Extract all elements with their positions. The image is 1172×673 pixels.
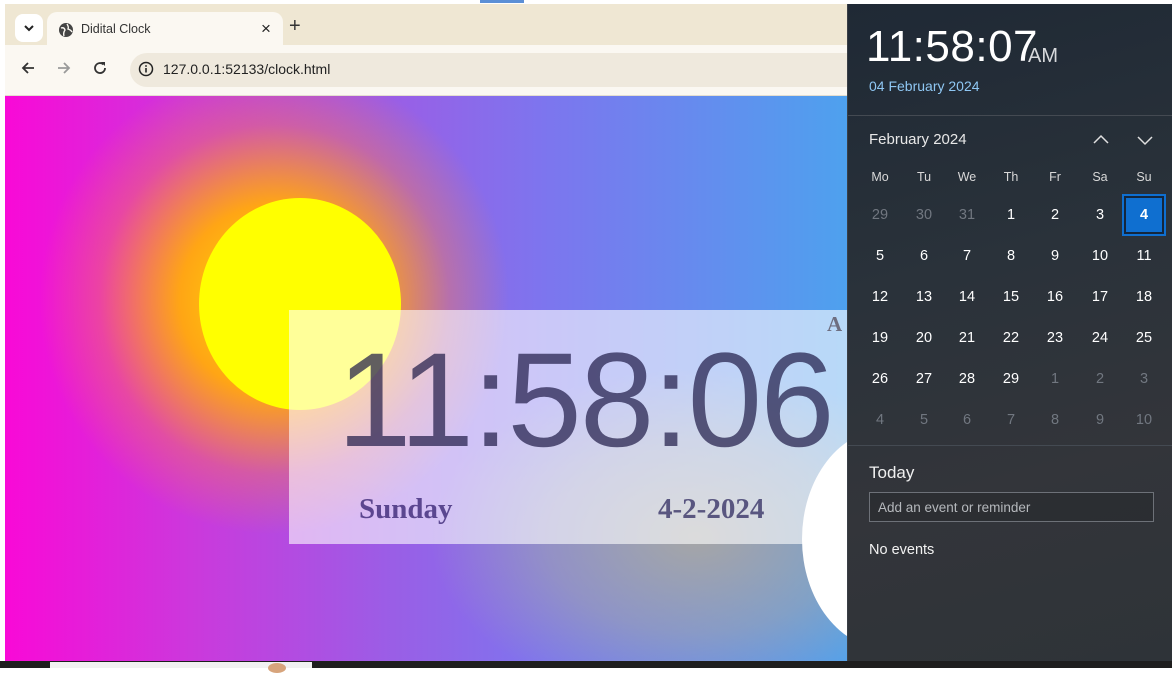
calendar-day[interactable]: 23 [1035,319,1075,357]
previous-month-button[interactable] [1090,129,1112,151]
flyout-ampm: AM [1028,45,1058,67]
calendar-day[interactable]: 15 [991,278,1031,316]
flyout-time: 11:58:07 [866,22,1039,71]
clock-day: Sunday [359,493,453,525]
next-month-button[interactable] [1134,129,1156,151]
calendar-day[interactable]: 29 [860,196,900,234]
today-heading: Today [869,463,915,482]
url-text: 127.0.0.1:52133/clock.html [163,61,331,77]
browser-tab[interactable]: Didital Clock × [47,12,283,49]
arrow-right-icon [58,62,71,74]
page-viewport: A 11:58:06 Sunday 4-2-2024 [5,96,847,661]
month-label[interactable]: February 2024 [869,131,967,148]
reload-button[interactable] [89,59,111,81]
calendar-day[interactable]: 10 [1080,237,1120,275]
calendar-day[interactable]: 11 [1124,237,1164,275]
calendar-day[interactable]: 7 [947,237,987,275]
arrow-left-icon [21,62,34,74]
calendar-day[interactable]: 3 [1080,196,1120,234]
calendar-day[interactable]: 31 [947,196,987,234]
weekday-label: Su [1136,170,1152,184]
calendar-day[interactable]: 2 [1035,196,1075,234]
calendar-day-selected[interactable]: 4 [1122,194,1166,236]
calendar-day[interactable]: 5 [860,237,900,275]
calendar-day[interactable]: 13 [904,278,944,316]
calendar-day[interactable]: 9 [1035,237,1075,275]
calendar-day[interactable]: 19 [860,319,900,357]
new-tab-button[interactable]: + [289,16,301,36]
calendar-day[interactable]: 30 [904,196,944,234]
calendar-day[interactable]: 28 [947,360,987,398]
calendar-day[interactable]: 6 [904,237,944,275]
weekday-label: Tu [916,170,932,184]
calendar-day[interactable]: 12 [860,278,900,316]
clock-time: 11:58:06 [337,326,835,475]
divider [848,115,1172,116]
calendar-day[interactable]: 22 [991,319,1031,357]
top-accent-bar [480,0,524,3]
calendar-day[interactable]: 2 [1080,360,1120,398]
calendar-day[interactable]: 8 [1035,401,1075,439]
calendar-day[interactable]: 6 [947,401,987,439]
chevron-down-icon [1137,136,1153,146]
reload-icon [94,62,106,74]
globe-icon [59,23,73,37]
calendar-day[interactable]: 5 [904,401,944,439]
calendar-day[interactable]: 9 [1080,401,1120,439]
calendar-day[interactable]: 3 [1124,360,1164,398]
chevron-down-icon [24,25,34,32]
forward-button[interactable] [53,59,75,81]
taskbar-avatar[interactable] [268,663,286,673]
calendar-day[interactable]: 1 [991,196,1031,234]
calendar-day[interactable]: 24 [1080,319,1120,357]
calendar-day[interactable]: 25 [1124,319,1164,357]
calendar-day[interactable]: 1 [1035,360,1075,398]
event-input-placeholder: Add an event or reminder [878,500,1031,515]
chevron-up-icon [1093,134,1109,144]
flyout-date-link[interactable]: 04 February 2024 [869,78,980,94]
calendar-day[interactable]: 26 [860,360,900,398]
address-bar[interactable]: 127.0.0.1:52133/clock.html [130,53,850,87]
event-input[interactable]: Add an event or reminder [869,492,1154,522]
back-button[interactable] [17,59,39,81]
calendar-day[interactable]: 29 [991,360,1031,398]
weekday-label: Sa [1092,170,1108,184]
weekday-label: We [957,170,977,184]
clock-panel: A 11:58:06 Sunday 4-2-2024 [289,310,847,544]
calendar-day[interactable]: 18 [1124,278,1164,316]
tab-search-button[interactable] [15,14,43,42]
tab-title: Didital Clock [81,22,151,36]
calendar-day[interactable]: 21 [947,319,987,357]
clock-date: 4-2-2024 [658,493,765,525]
weekday-label: Mo [871,170,889,184]
calendar-flyout: 11:58:07 AM 04 February 2024 February 20… [847,4,1172,661]
calendar-day[interactable]: 17 [1080,278,1120,316]
info-icon [138,61,154,77]
browser-toolbar: 127.0.0.1:52133/clock.html [5,45,850,96]
calendar-day[interactable]: 4 [860,401,900,439]
calendar-day[interactable]: 7 [991,401,1031,439]
tab-close-button[interactable]: × [257,20,275,38]
weekday-label: Th [1003,170,1019,184]
calendar-day[interactable]: 27 [904,360,944,398]
divider [848,445,1172,446]
no-events-text: No events [869,542,935,558]
calendar-day[interactable]: 16 [1035,278,1075,316]
calendar-day[interactable]: 14 [947,278,987,316]
calendar-day[interactable]: 10 [1124,401,1164,439]
browser-tabstrip: Didital Clock × + [5,4,847,49]
calendar-day[interactable]: 20 [904,319,944,357]
calendar-day[interactable]: 8 [991,237,1031,275]
weekday-label: Fr [1049,170,1061,184]
